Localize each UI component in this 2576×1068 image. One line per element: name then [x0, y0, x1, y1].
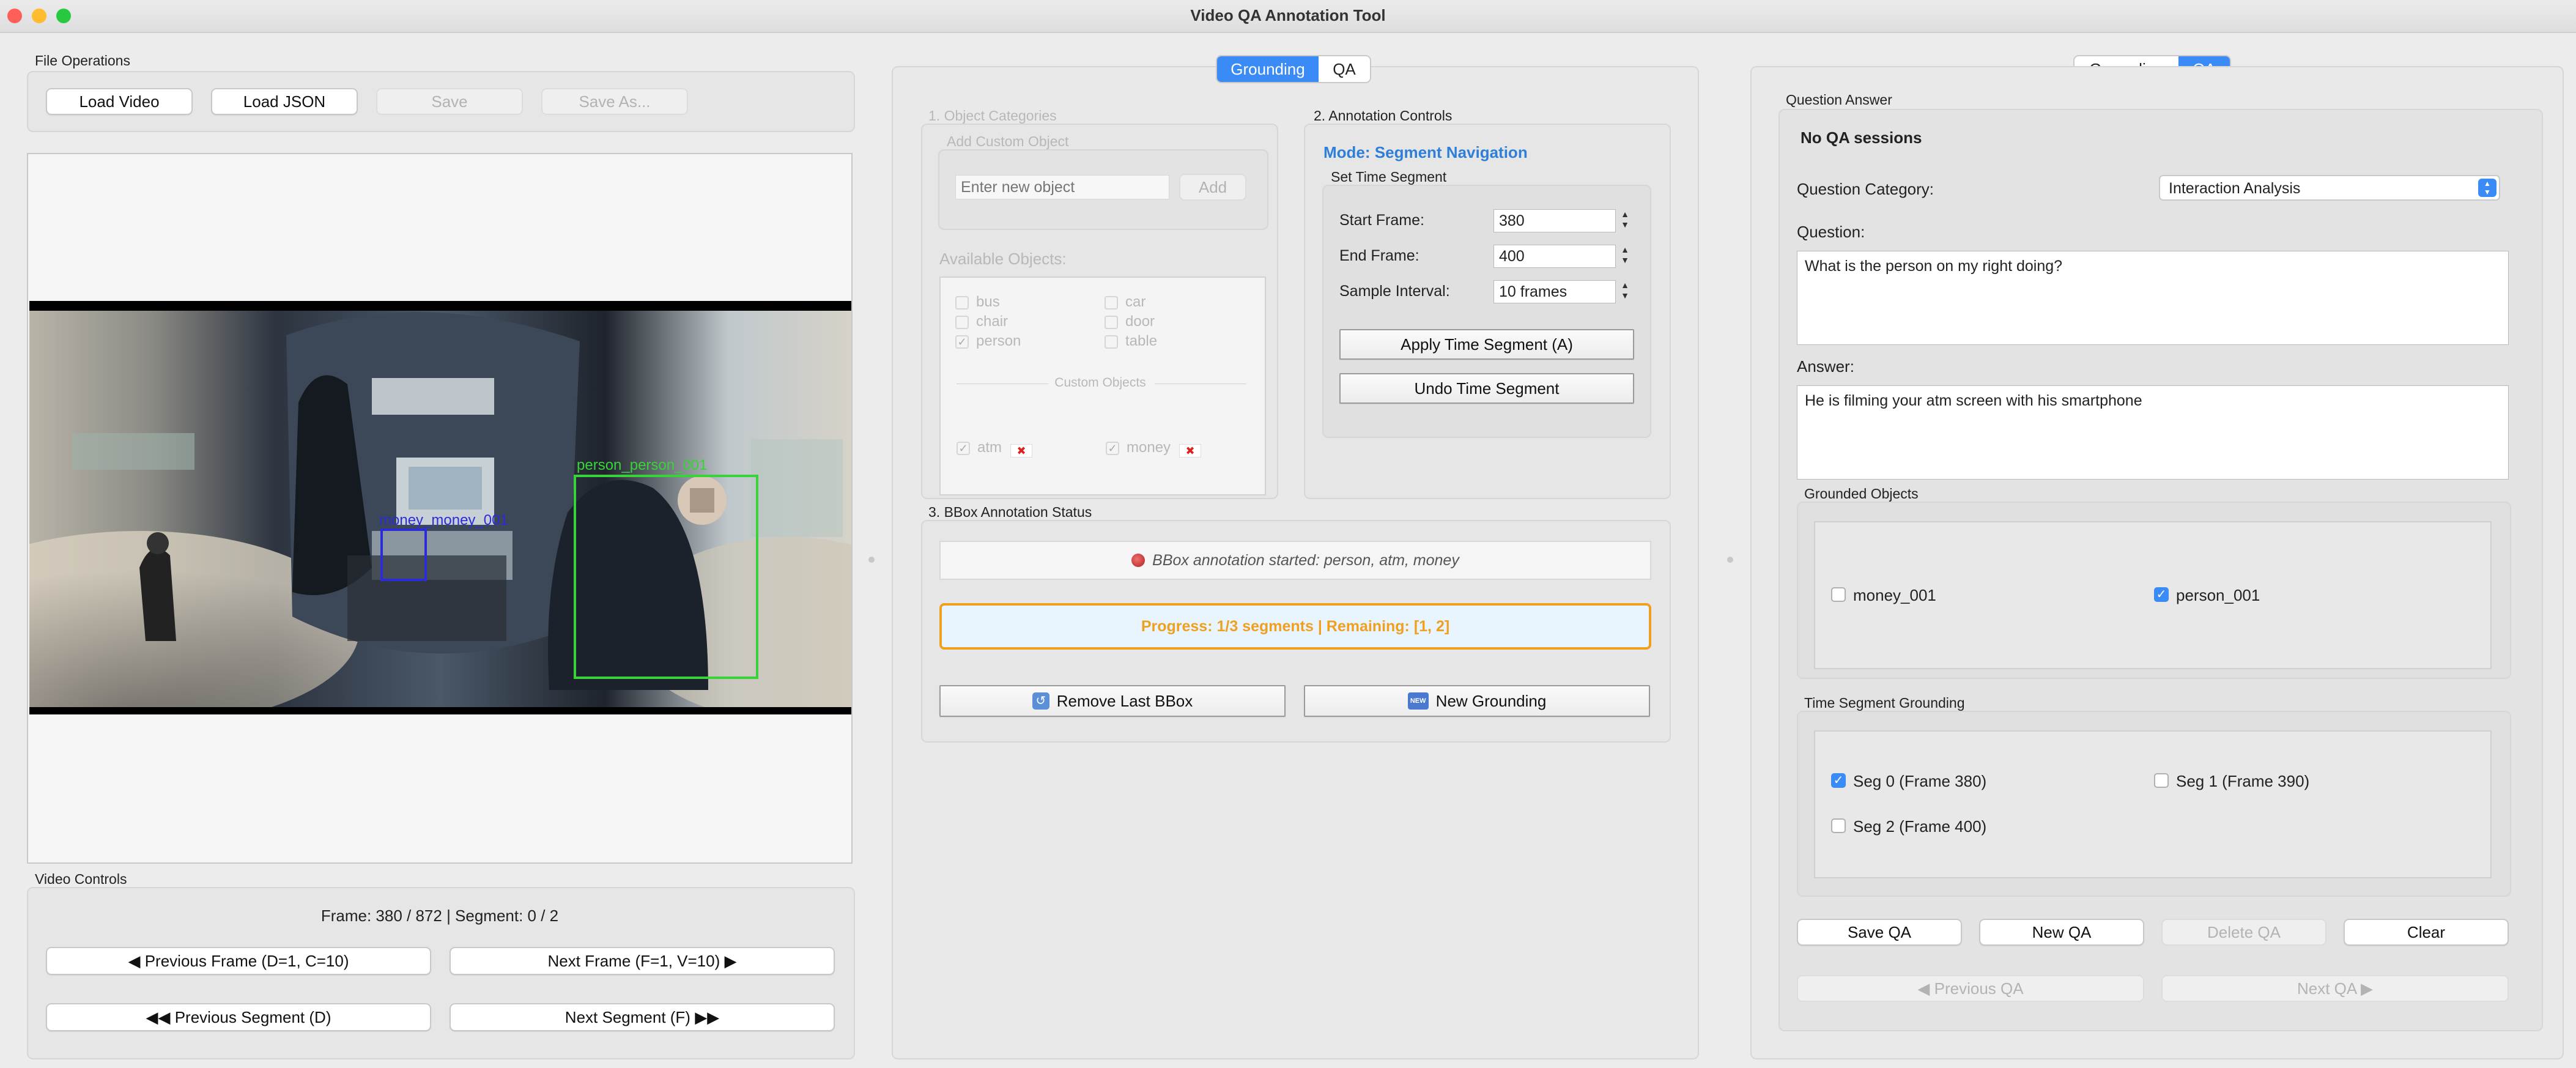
custom-checkbox-atm[interactable]: ✓: [957, 442, 970, 455]
start-frame-label: Start Frame:: [1339, 212, 1424, 229]
remove-atm-icon[interactable]: ✖: [1010, 444, 1032, 458]
object-checkbox-bus[interactable]: [955, 296, 969, 310]
available-objects-label: Available Objects:: [939, 250, 1067, 268]
select-chevron-icon: ▲ ▼: [2478, 179, 2496, 197]
money-bbox-label: money_money_001: [379, 512, 508, 528]
end-frame-label: End Frame:: [1339, 247, 1419, 264]
grounded-checkbox-money[interactable]: [1831, 587, 1846, 602]
object-label-bus: bus: [976, 294, 1000, 310]
next-qa-button[interactable]: Next QA ▶: [2161, 975, 2509, 1002]
object-categories-label: 1. Object Categories: [928, 108, 1057, 124]
remove-last-bbox-button[interactable]: ↺ Remove Last BBox: [939, 685, 1286, 717]
start-frame-stepper[interactable]: ▲ ▼: [1619, 209, 1630, 232]
video-frame: person_person_001 money_money_001: [29, 311, 851, 707]
custom-checkbox-money[interactable]: ✓: [1106, 442, 1119, 455]
end-frame-stepper[interactable]: ▲ ▼: [1619, 245, 1630, 268]
custom-label-money: money: [1127, 439, 1171, 456]
grounded-label-person: person_001: [2176, 586, 2260, 604]
bbox-status-label: 3. BBox Annotation Status: [928, 504, 1092, 520]
object-label-door: door: [1125, 313, 1155, 330]
tab-qa[interactable]: QA: [1319, 56, 1370, 82]
title-bar: Video QA Annotation Tool: [0, 0, 2576, 33]
segment-label-0: Seg 0 (Frame 380): [1853, 772, 1987, 790]
start-frame-input[interactable]: 380: [1493, 209, 1616, 232]
set-time-segment-label: Set Time Segment: [1331, 169, 1447, 185]
segment-label-1: Seg 1 (Frame 390): [2176, 772, 2310, 790]
bbox-status-text: BBox annotation started: person, atm, mo…: [1152, 551, 1459, 569]
object-checkbox-person[interactable]: ✓: [955, 335, 969, 349]
question-textarea[interactable]: What is the person on my right doing?: [1797, 251, 2509, 345]
new-badge-icon: NEW: [1407, 692, 1429, 710]
middle-tab-bar: Grounding QA: [1216, 55, 1371, 83]
new-object-input[interactable]: [955, 175, 1169, 199]
next-segment-button[interactable]: Next Segment (F) ▶▶: [450, 1003, 835, 1031]
time-segment-list: [1814, 730, 2492, 878]
splitter-handle-right[interactable]: [1727, 557, 1733, 563]
object-checkbox-door[interactable]: [1105, 316, 1118, 329]
mode-label: Mode: Segment Navigation: [1323, 143, 1528, 161]
segment-checkbox-1[interactable]: [2154, 773, 2169, 788]
save-as-button[interactable]: Save As...: [541, 88, 688, 115]
custom-objects-label: Custom Objects: [1054, 376, 1146, 390]
previous-segment-button[interactable]: ◀◀ Previous Segment (D): [46, 1003, 431, 1031]
splitter-handle-left[interactable]: [868, 557, 875, 563]
sample-interval-label: Sample Interval:: [1339, 283, 1450, 300]
grounded-checkbox-person[interactable]: ✓: [2154, 587, 2169, 602]
delete-qa-button[interactable]: Delete QA: [2161, 919, 2326, 946]
question-label: Question:: [1797, 223, 1865, 241]
object-label-chair: chair: [976, 313, 1009, 330]
previous-frame-button[interactable]: ◀ Previous Frame (D=1, C=10): [46, 947, 431, 975]
answer-textarea[interactable]: He is filming your atm screen with his s…: [1797, 385, 2509, 480]
tab-grounding[interactable]: Grounding: [1217, 56, 1319, 82]
custom-label-atm: atm: [977, 439, 1002, 456]
progress-box: Progress: 1/3 segments | Remaining: [1, …: [939, 603, 1651, 650]
undo-arrow-icon: ↺: [1032, 692, 1049, 710]
bbox-status-box: BBox annotation started: person, atm, mo…: [939, 541, 1651, 580]
add-object-button[interactable]: Add: [1179, 174, 1246, 201]
object-label-person: person: [976, 333, 1021, 349]
window-title: Video QA Annotation Tool: [1190, 6, 1386, 24]
next-frame-button[interactable]: Next Frame (F=1, V=10) ▶: [450, 947, 835, 975]
previous-qa-button[interactable]: ◀ Previous QA: [1797, 975, 2144, 1002]
grounded-objects-label: Grounded Objects: [1804, 486, 1919, 502]
person-bbox-label: person_person_001: [577, 457, 708, 473]
segment-checkbox-0[interactable]: ✓: [1831, 773, 1846, 788]
save-qa-button[interactable]: Save QA: [1797, 919, 1962, 946]
qa-sessions-label: No QA sessions: [1801, 128, 1922, 147]
question-category-select[interactable]: Interaction Analysis ▲ ▼: [2159, 175, 2500, 201]
time-segment-grounding-label: Time Segment Grounding: [1804, 695, 1965, 711]
question-category-value: Interaction Analysis: [2169, 180, 2301, 197]
remove-money-icon[interactable]: ✖: [1179, 444, 1201, 458]
segment-checkbox-2[interactable]: [1831, 818, 1846, 833]
load-video-button[interactable]: Load Video: [46, 88, 193, 115]
new-grounding-label: New Grounding: [1435, 691, 1547, 710]
object-label-table: table: [1125, 333, 1158, 349]
new-grounding-button[interactable]: NEW New Grounding: [1304, 685, 1650, 717]
end-frame-input[interactable]: 400: [1493, 245, 1616, 268]
object-checkbox-chair[interactable]: [955, 316, 969, 329]
object-label-car: car: [1125, 294, 1146, 310]
segment-label-2: Seg 2 (Frame 400): [1853, 817, 1987, 836]
file-operations-label: File Operations: [35, 53, 130, 69]
annotation-controls-label: 2. Annotation Controls: [1314, 108, 1453, 124]
load-json-button[interactable]: Load JSON: [211, 88, 358, 115]
grounded-label-money: money_001: [1853, 586, 1936, 604]
apply-time-segment-button[interactable]: Apply Time Segment (A): [1339, 329, 1634, 360]
question-answer-label: Question Answer: [1786, 92, 1892, 108]
undo-time-segment-button[interactable]: Undo Time Segment: [1339, 373, 1634, 404]
add-custom-object-label: Add Custom Object: [947, 133, 1069, 149]
sample-interval-stepper[interactable]: ▲ ▼: [1619, 280, 1630, 303]
new-qa-button[interactable]: New QA: [1979, 919, 2144, 946]
object-checkbox-table[interactable]: [1105, 335, 1118, 349]
frame-info: Frame: 380 / 872 | Segment: 0 / 2: [320, 907, 559, 925]
answer-label: Answer:: [1797, 357, 1854, 376]
clear-button[interactable]: Clear: [2344, 919, 2509, 946]
target-icon: [1131, 554, 1146, 567]
remove-last-bbox-label: Remove Last BBox: [1056, 691, 1193, 710]
save-button[interactable]: Save: [376, 88, 523, 115]
question-category-label: Question Category:: [1797, 180, 1934, 198]
object-checkbox-car[interactable]: [1105, 296, 1118, 310]
sample-interval-input[interactable]: 10 frames: [1493, 280, 1616, 303]
video-controls-label: Video Controls: [35, 871, 127, 887]
